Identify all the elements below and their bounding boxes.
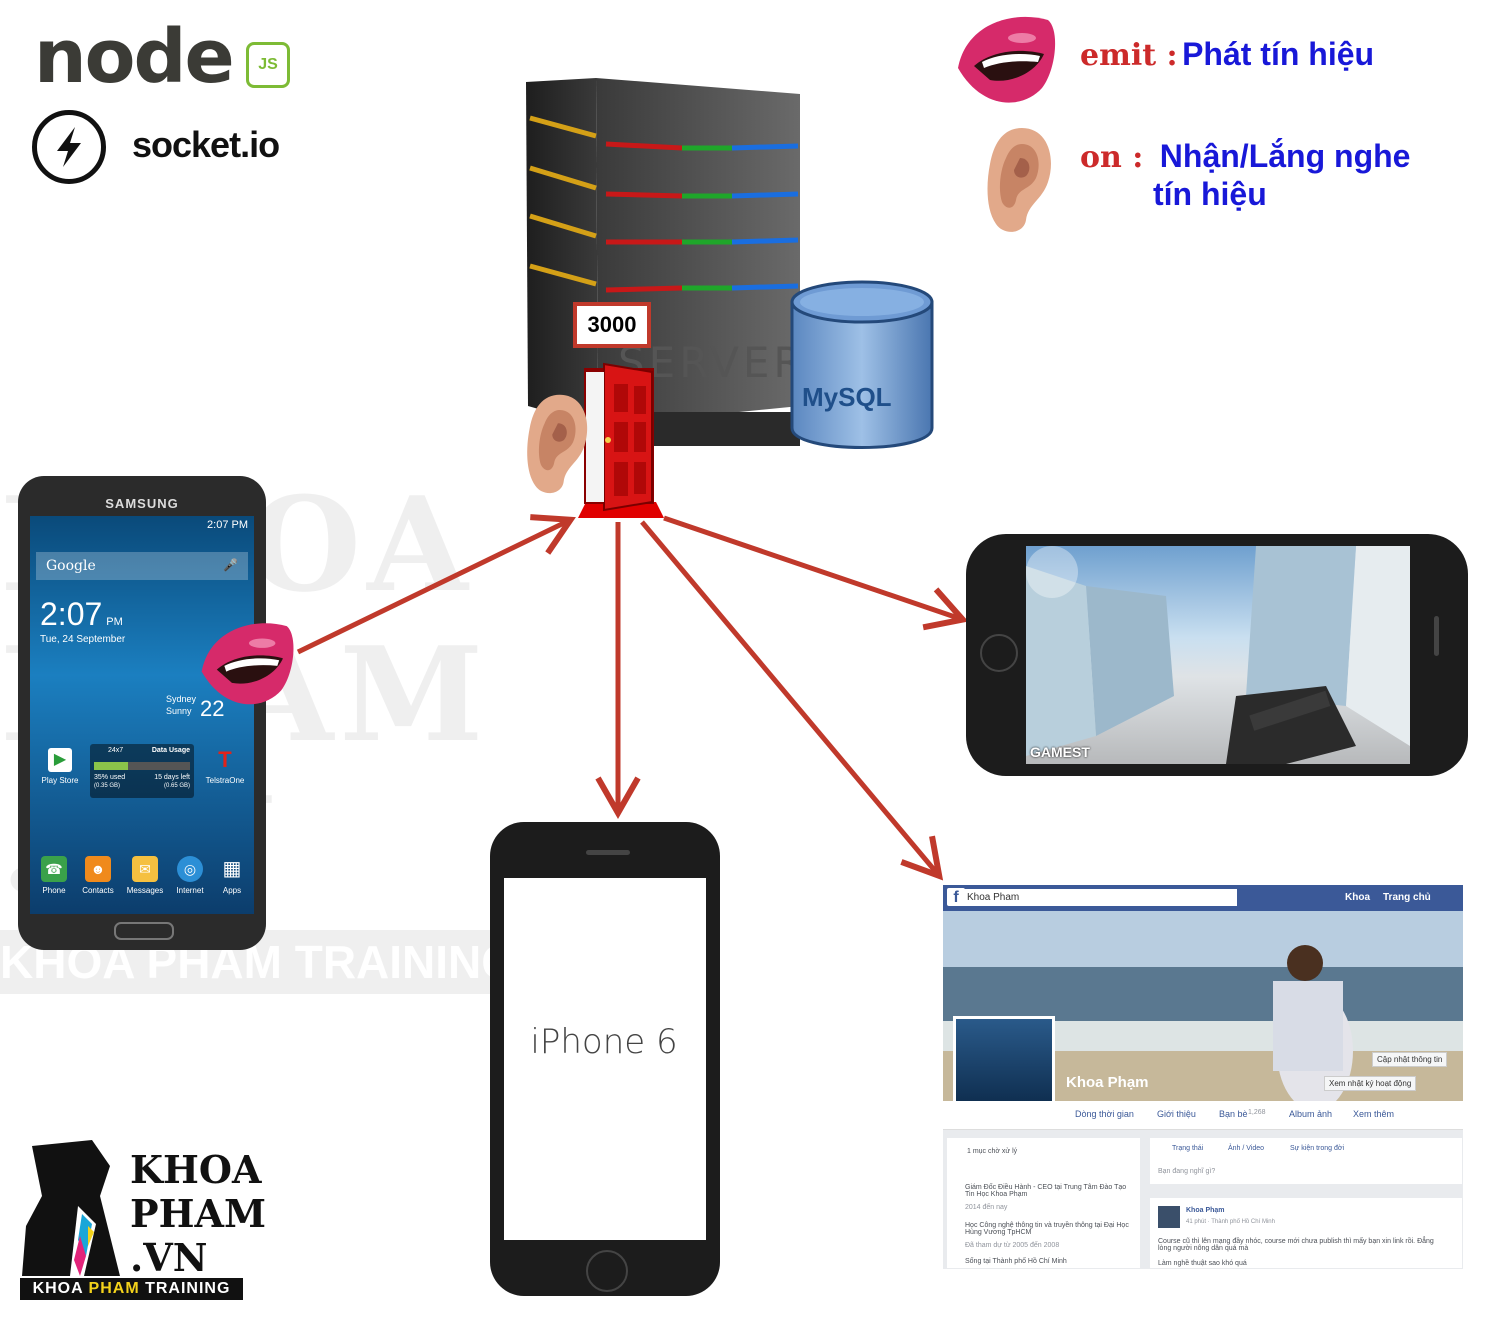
update-info-button[interactable]: Cập nhật thông tin <box>1372 1052 1448 1067</box>
post-avatar[interactable] <box>1158 1206 1180 1228</box>
iphone-home-button[interactable] <box>586 1250 628 1292</box>
composer-photo[interactable]: Ảnh / Video <box>1228 1145 1264 1152</box>
data-usage-used-gb: (0.35 GB) <box>94 783 121 789</box>
iphone-label: iPhone 6 <box>530 1022 678 1062</box>
dock-label-messages: Messages <box>126 886 164 895</box>
khoapham-logo-line1: KHOA <box>130 1147 262 1192</box>
composer-input[interactable]: Bạn đang nghĩ gì? <box>1158 1168 1215 1175</box>
facebook-about-1-sub: 2014 đến nay <box>965 1204 1008 1211</box>
samsung-phone: SAMSUNG 2:07 PM Google 🎤 2:07 PM Tue, 24 … <box>18 476 266 950</box>
phone-icon: ☎ <box>41 856 67 882</box>
dock-label-internet: Internet <box>176 886 204 895</box>
clock-ampm: PM <box>106 616 123 628</box>
contacts-icon: ☻ <box>85 856 111 882</box>
game-screen: GAMEST <box>1026 546 1410 764</box>
post-meta: 41 phút · Thành phố Hồ Chí Minh <box>1186 1219 1275 1225</box>
tab-albums[interactable]: Album ảnh <box>1289 1109 1332 1119</box>
post-text: Course cũ thì lên mạng đầy nhóc, course … <box>1158 1238 1434 1252</box>
app-play-store[interactable]: ▶ Play Store <box>36 748 84 785</box>
weather-city: Sydney <box>166 694 197 704</box>
dock-label-contacts: Contacts <box>82 886 114 895</box>
khoapham-silhouette-logo <box>22 1136 122 1276</box>
facebook-profile-picture[interactable] <box>953 1016 1055 1114</box>
data-usage-bar <box>94 762 190 770</box>
samsung-screen: 2:07 PM Google 🎤 2:07 PM Tue, 24 Septembe… <box>30 516 254 914</box>
band-word-2: PHAM <box>88 1280 140 1297</box>
google-search-label: Google <box>46 558 96 574</box>
facebook-profile-tabs: Dòng thời gian Giới thiệu Bạn bè 1,268 A… <box>943 1101 1463 1130</box>
data-usage-used: 35% used <box>94 774 126 781</box>
facebook-about-2: Học Công nghệ thông tin và truyền thông … <box>965 1222 1129 1236</box>
facebook-post: Khoa Phạm 41 phút · Thành phố Hồ Chí Min… <box>1150 1198 1462 1268</box>
game-watermark: GAMEST <box>1030 744 1090 760</box>
iphone-landscape: GAMEST <box>966 534 1468 776</box>
facebook-composer: Trạng thái Ảnh / Video Sự kiện trong đời… <box>1150 1138 1462 1184</box>
profile-picture-image <box>956 1019 1052 1111</box>
tab-friends-count: 1,268 <box>1248 1109 1266 1116</box>
google-search-bar[interactable]: Google 🎤 <box>36 552 248 580</box>
dock-internet[interactable]: ◎ Internet <box>170 856 210 895</box>
facebook-pending[interactable]: 1 mục chờ xử lý <box>967 1148 1017 1155</box>
data-usage-left-gb: (0.65 GB) <box>163 783 190 789</box>
play-store-icon: ▶ <box>48 748 72 772</box>
globe-icon: ◎ <box>177 856 203 882</box>
band-word-1: KHOA <box>32 1280 84 1297</box>
app-label-telstra: TelstraOne <box>205 776 245 785</box>
dock-phone[interactable]: ☎ Phone <box>34 856 74 895</box>
messages-icon: ✉ <box>132 856 158 882</box>
dock-apps[interactable]: ▦ Apps <box>212 856 252 895</box>
clock-digits: 2:07 <box>40 596 103 632</box>
app-dock: ☎ Phone ☻ Contacts ✉ Messages ◎ Internet… <box>30 856 254 914</box>
clock-time: 2:07 PM <box>40 596 123 633</box>
iphone-speaker <box>586 850 630 855</box>
landscape-speaker <box>1434 616 1439 656</box>
clock-date: Tue, 24 September <box>40 634 126 645</box>
arrow-samsung-to-server <box>296 514 576 655</box>
tab-friends[interactable]: Bạn bè <box>1219 1109 1248 1119</box>
game-radar <box>1026 546 1078 598</box>
data-usage-days: 15 days left <box>154 774 190 781</box>
post-text-2: Làm nghề thuật sao khó quá <box>1158 1260 1247 1267</box>
weather-state: Sunny <box>166 706 192 716</box>
tab-about[interactable]: Giới thiệu <box>1157 1109 1196 1119</box>
facebook-about-3: Sống tại Thành phố Hồ Chí Minh <box>965 1258 1067 1265</box>
khoapham-logo-line3: .VN <box>130 1235 208 1280</box>
facebook-about-2-sub: Đã tham dự từ 2005 đến 2008 <box>965 1242 1060 1249</box>
data-usage-title: Data Usage <box>151 747 190 754</box>
dock-contacts[interactable]: ☻ Contacts <box>76 856 120 895</box>
facebook-profile-name: Khoa Phạm <box>1066 1074 1149 1091</box>
telstra-icon: T <box>218 747 232 772</box>
tab-timeline[interactable]: Dòng thời gian <box>1075 1109 1134 1119</box>
khoapham-training-band: KHOA PHAM TRAINING <box>20 1278 243 1300</box>
arrow-server-to-facebook <box>640 520 944 881</box>
composer-status[interactable]: Trạng thái <box>1172 1145 1203 1152</box>
data-usage-plan: 24x7 <box>108 747 124 754</box>
microphone-icon[interactable]: 🎤 <box>223 558 238 572</box>
dock-label-phone: Phone <box>42 886 66 895</box>
app-label-play-store: Play Store <box>41 776 79 785</box>
facebook-search-input[interactable]: Khoa Pham <box>963 889 1237 906</box>
facebook-nav-home[interactable]: Trang chủ <box>1383 892 1431 903</box>
data-usage-widget[interactable]: 24x7 Data Usage 35% used (0.35 GB) 15 da… <box>90 744 194 798</box>
data-usage-bar-fill <box>94 762 128 770</box>
composer-life-event[interactable]: Sự kiện trong đời <box>1290 1145 1344 1152</box>
facebook-intro-panel: 1 mục chờ xử lý Giám Đốc Điều Hành - CEO… <box>947 1138 1140 1268</box>
status-time: 2:07 PM <box>207 519 248 531</box>
dock-label-apps: Apps <box>222 886 242 895</box>
apps-grid-icon: ▦ <box>222 858 242 880</box>
band-word-3: TRAINING <box>145 1280 231 1297</box>
khoapham-logo-line2: PHAM <box>130 1191 267 1236</box>
activity-log-button[interactable]: Xem nhật ký hoạt động <box>1324 1076 1417 1091</box>
facebook-about-1: Giám Đốc Điều Hành - CEO tại Trung Tâm Đ… <box>965 1184 1127 1198</box>
home-button[interactable] <box>114 922 174 940</box>
samsung-mouth-icon <box>196 616 300 712</box>
landscape-home-button[interactable] <box>980 634 1018 672</box>
post-author[interactable]: Khoa Phạm <box>1186 1207 1225 1214</box>
dock-messages[interactable]: ✉ Messages <box>122 856 168 895</box>
app-telstra[interactable]: T TelstraOne <box>200 747 250 786</box>
samsung-brand: SAMSUNG <box>105 496 179 511</box>
facebook-nav-user[interactable]: Khoa <box>1345 892 1370 903</box>
tab-more[interactable]: Xem thêm <box>1353 1109 1394 1119</box>
